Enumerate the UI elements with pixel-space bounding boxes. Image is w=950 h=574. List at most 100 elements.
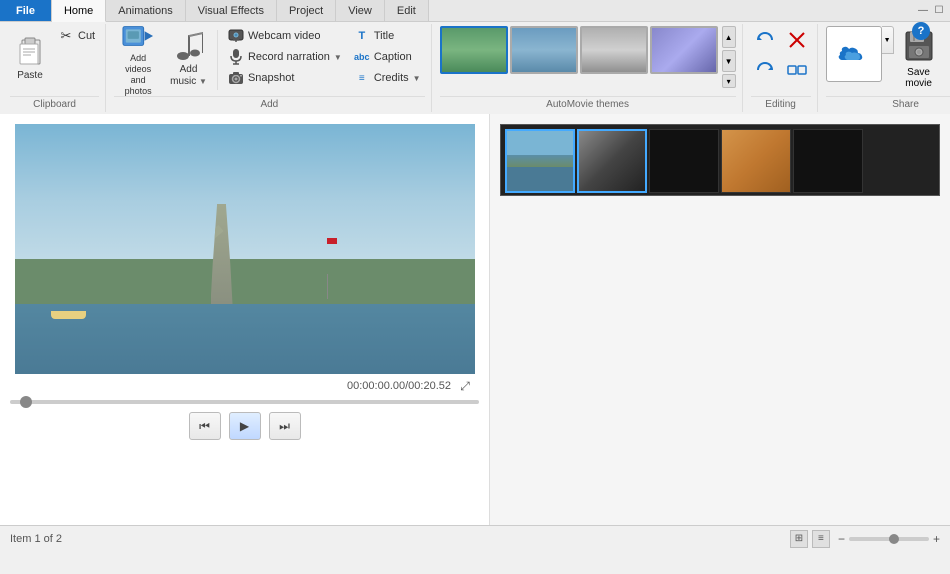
zoom-track[interactable]: [849, 537, 929, 541]
onedrive-dropdown[interactable]: ▼: [882, 26, 894, 54]
credits-icon: ≡: [354, 70, 370, 86]
minimize-button[interactable]: —: [916, 4, 930, 18]
snapshot-button[interactable]: Snapshot: [224, 68, 346, 88]
theme-fade[interactable]: [580, 26, 648, 74]
scrubber-handle[interactable]: [20, 396, 32, 408]
restore-button[interactable]: ☐: [932, 4, 946, 18]
paste-label: Paste: [17, 70, 43, 82]
editing-group: Editing: [745, 24, 818, 112]
status-right: ⊞ ≡ − +: [790, 530, 940, 548]
video-preview: 00:00:00.00/00:20.52 ⤢ ⏮ ▶ ⏭: [0, 114, 490, 525]
theme-scroll: ▲ ▼ ▾: [722, 26, 736, 88]
tab-visual-effects[interactable]: Visual Effects: [186, 0, 277, 21]
zoom-out-button[interactable]: −: [838, 532, 845, 546]
credits-button[interactable]: ≡ Credits ▼: [350, 68, 425, 88]
tab-project[interactable]: Project: [277, 0, 336, 21]
clipboard-label: Clipboard: [10, 96, 99, 110]
add-videos-button[interactable]: Add videos and photos: [114, 26, 162, 92]
previous-frame-button[interactable]: ⏮: [189, 412, 221, 440]
paste-button[interactable]: Paste: [10, 26, 50, 92]
flag-pole: [327, 274, 328, 299]
tab-file[interactable]: File: [0, 0, 52, 21]
record-narration-button[interactable]: Record narration ▼: [224, 47, 346, 67]
snapshot-icon: [228, 70, 244, 86]
film-frame-4[interactable]: [721, 129, 791, 193]
cut-icon: ✂: [58, 28, 74, 44]
add-videos-label: Add videos and photos: [118, 53, 158, 96]
share-label: Share: [826, 96, 950, 110]
tab-view[interactable]: View: [336, 0, 385, 21]
item-count: Item 1 of 2: [10, 533, 62, 545]
theme-scroll-up[interactable]: ▲: [722, 26, 736, 48]
status-bar: Item 1 of 2 ⊞ ≡ − +: [0, 525, 950, 551]
video-controls: ⏮ ▶ ⏭: [189, 412, 301, 440]
thumbnail-3: [650, 130, 718, 192]
sign-in-button[interactable]: Sign in: [944, 26, 950, 92]
zoom-control: − +: [838, 532, 940, 546]
rotate-right-button[interactable]: [751, 56, 779, 84]
themes-gallery: [440, 26, 718, 74]
storyboard-view-button[interactable]: ⊞: [790, 530, 808, 548]
time-display: 00:00:00.00/00:20.52: [347, 380, 451, 392]
thumbnail-4: [722, 130, 790, 192]
caption-icon: abc: [354, 49, 370, 65]
caption-button[interactable]: abc Caption: [350, 47, 425, 67]
add-small-btns-1: Webcam video Record narration: [224, 26, 346, 88]
add-label: Add: [114, 96, 424, 110]
title-icon: T: [354, 28, 370, 44]
theme-natural[interactable]: [440, 26, 508, 74]
thumbnail-5: [794, 130, 862, 192]
film-frame-5[interactable]: [793, 129, 863, 193]
add-music-icon: [173, 30, 205, 62]
timeline-area: [490, 114, 950, 525]
add-videos-icon: [122, 21, 154, 51]
rotate-left-button[interactable]: [751, 26, 779, 54]
statue-of-liberty: [211, 204, 233, 304]
theme-scroll-down[interactable]: ▼: [722, 50, 736, 72]
themes-group: ▲ ▼ ▾ AutoMovie themes: [434, 24, 743, 112]
timeline-view-button[interactable]: ≡: [812, 530, 830, 548]
microphone-icon: [228, 49, 244, 65]
view-buttons: ⊞ ≡: [790, 530, 830, 548]
save-movie-label: Save movie: [905, 67, 932, 89]
tab-home[interactable]: Home: [52, 0, 106, 22]
main-area: 00:00:00.00/00:20.52 ⤢ ⏮ ▶ ⏭: [0, 114, 950, 525]
clipboard-group: Paste ✂ Cut Clipboard: [4, 24, 106, 112]
film-frame-2[interactable]: [577, 129, 647, 193]
tab-animations[interactable]: Animations: [106, 0, 185, 21]
video-time-bar: 00:00:00.00/00:20.52 ⤢: [10, 374, 479, 398]
video-frame: [15, 124, 475, 374]
zoom-in-button[interactable]: +: [933, 532, 940, 546]
onedrive-button[interactable]: [826, 26, 882, 82]
zoom-thumb[interactable]: [889, 534, 899, 544]
trim-button[interactable]: [783, 26, 811, 54]
sky: [15, 124, 475, 274]
webcam-button[interactable]: Webcam video: [224, 26, 346, 46]
play-button[interactable]: ▶: [229, 412, 261, 440]
help-button[interactable]: ?: [912, 22, 930, 40]
theme-scroll-more[interactable]: ▾: [722, 74, 736, 88]
add-music-button[interactable]: Addmusic ▼: [166, 26, 211, 92]
separator-1: [217, 30, 218, 90]
expand-button[interactable]: ⤢: [457, 378, 473, 394]
theme-pan[interactable]: [650, 26, 718, 74]
boat: [51, 311, 86, 319]
next-frame-button[interactable]: ⏭: [269, 412, 301, 440]
split-button[interactable]: [783, 56, 811, 84]
film-strip: [500, 124, 940, 196]
flag: [327, 238, 337, 244]
theme-cinema[interactable]: [510, 26, 578, 74]
editing-col-2: [783, 26, 811, 84]
film-frame-1[interactable]: [505, 129, 575, 193]
title-button[interactable]: T Title: [350, 26, 425, 46]
tab-edit[interactable]: Edit: [385, 0, 429, 21]
film-frame-3[interactable]: [649, 129, 719, 193]
cut-button[interactable]: ✂ Cut: [54, 26, 99, 46]
scrubber-track[interactable]: [10, 400, 479, 404]
add-music-label: Addmusic ▼: [170, 64, 207, 88]
editing-col-1: [751, 26, 779, 84]
scrubber[interactable]: [10, 398, 479, 406]
ribbon: Paste ✂ Cut Clipboard: [0, 22, 950, 114]
thumbnail-1: [507, 131, 573, 191]
themes-label: AutoMovie themes: [440, 96, 736, 110]
